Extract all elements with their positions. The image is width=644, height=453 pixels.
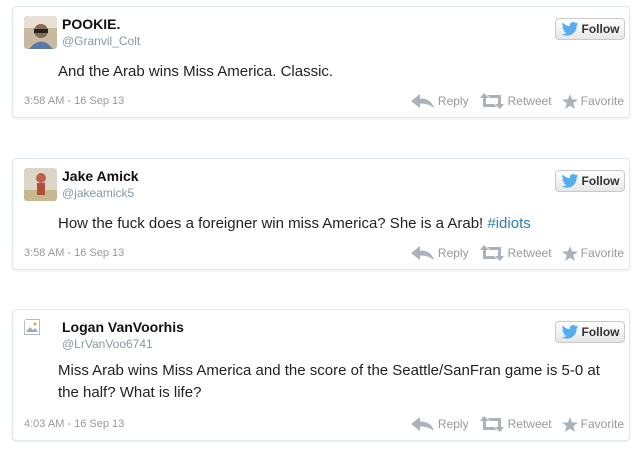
favorite-button[interactable]: Favorite xyxy=(561,245,624,261)
retweet-button[interactable]: Retweet xyxy=(479,416,552,432)
hashtag-link[interactable]: #idiots xyxy=(487,215,530,232)
reply-icon xyxy=(410,417,434,431)
tweet-text: And the Arab wins Miss America. Classic. xyxy=(58,61,615,83)
tweet-actions: Reply Retweet Favorite xyxy=(410,416,624,432)
user-handle[interactable]: @LrVanVoo6741 xyxy=(62,337,153,351)
user-name[interactable]: Logan VanVoorhis xyxy=(62,319,184,335)
twitter-bird-icon xyxy=(561,174,578,188)
tweet-timestamp[interactable]: 3:58 AM - 16 Sep 13 xyxy=(24,247,124,259)
reply-label: Reply xyxy=(437,417,469,431)
reply-label: Reply xyxy=(437,94,469,108)
avatar[interactable] xyxy=(24,168,57,201)
tweet-text-body: How the fuck does a foreigner win miss A… xyxy=(58,215,488,232)
broken-image-icon xyxy=(24,319,40,335)
avatar[interactable] xyxy=(24,319,57,352)
tweet-timestamp[interactable]: 4:03 AM - 16 Sep 13 xyxy=(24,418,124,430)
follow-button[interactable]: Follow xyxy=(555,321,625,343)
favorite-star-icon xyxy=(561,245,578,261)
favorite-label: Favorite xyxy=(580,246,624,260)
favorite-button[interactable]: Favorite xyxy=(561,416,624,432)
user-handle[interactable]: @Granvil_Colt xyxy=(62,34,140,48)
user-name[interactable]: Jake Amick xyxy=(62,168,139,184)
favorite-button[interactable]: Favorite xyxy=(561,93,624,109)
retweet-label: Retweet xyxy=(507,417,552,431)
tweet-card: POOKIE. @Granvil_Colt Follow And the Ara… xyxy=(12,6,630,118)
favorite-star-icon xyxy=(561,93,578,109)
retweet-label: Retweet xyxy=(507,94,552,108)
favorite-label: Favorite xyxy=(580,417,624,431)
retweet-icon xyxy=(479,245,504,261)
tweet-actions: Reply Retweet Favorite xyxy=(410,93,624,109)
retweet-button[interactable]: Retweet xyxy=(479,245,552,261)
user-name[interactable]: POOKIE. xyxy=(62,16,120,32)
favorite-star-icon xyxy=(561,416,578,432)
reply-button[interactable]: Reply xyxy=(410,246,469,260)
tweet-card: Jake Amick @jakeamick5 Follow How the fu… xyxy=(12,158,630,270)
retweet-label: Retweet xyxy=(507,246,552,260)
retweet-icon xyxy=(479,93,504,109)
twitter-bird-icon xyxy=(561,22,578,36)
tweet-text-body: Miss Arab wins Miss America and the scor… xyxy=(58,362,600,401)
reply-button[interactable]: Reply xyxy=(410,94,469,108)
tweet-text: Miss Arab wins Miss America and the scor… xyxy=(58,360,615,404)
reply-icon xyxy=(410,94,434,108)
favorite-label: Favorite xyxy=(580,94,624,108)
avatar[interactable] xyxy=(24,16,57,49)
follow-label: Follow xyxy=(581,22,620,36)
follow-label: Follow xyxy=(581,174,620,188)
twitter-bird-icon xyxy=(561,325,578,339)
retweet-button[interactable]: Retweet xyxy=(479,93,552,109)
reply-button[interactable]: Reply xyxy=(410,417,469,431)
tweet-actions: Reply Retweet Favorite xyxy=(410,245,624,261)
follow-button[interactable]: Follow xyxy=(555,170,625,192)
reply-label: Reply xyxy=(437,246,469,260)
tweet-timestamp[interactable]: 3:58 AM - 16 Sep 13 xyxy=(24,95,124,107)
tweet-card: Logan VanVoorhis @LrVanVoo6741 Follow Mi… xyxy=(12,309,630,441)
follow-label: Follow xyxy=(581,325,620,339)
tweet-text-body: And the Arab wins Miss America. Classic. xyxy=(58,63,334,80)
tweet-text: How the fuck does a foreigner win miss A… xyxy=(58,213,615,235)
follow-button[interactable]: Follow xyxy=(555,18,625,40)
reply-icon xyxy=(410,246,434,260)
user-handle[interactable]: @jakeamick5 xyxy=(62,186,134,200)
retweet-icon xyxy=(479,416,504,432)
